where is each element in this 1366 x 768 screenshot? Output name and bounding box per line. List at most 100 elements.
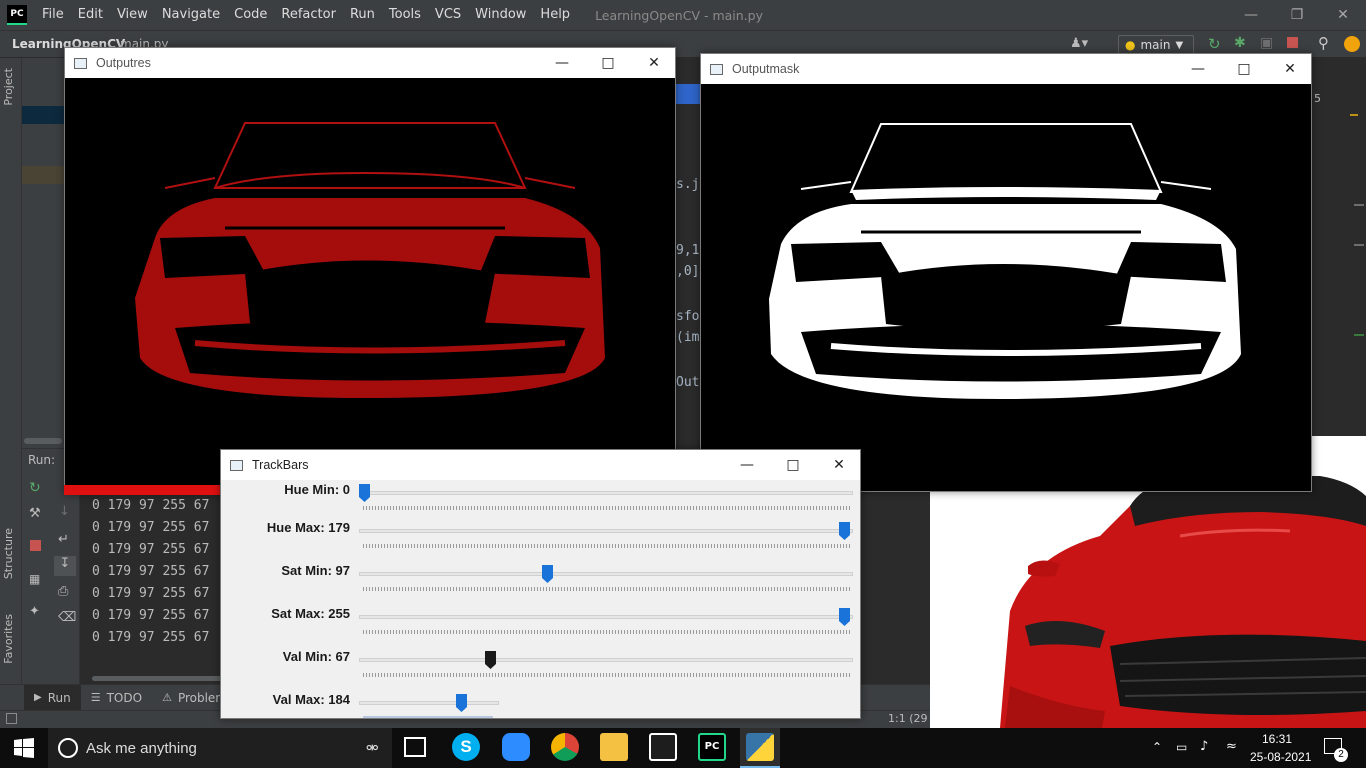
volume-icon[interactable]: ♪ — [1200, 739, 1208, 754]
stop-icon[interactable] — [30, 540, 41, 551]
trackbars-titlebar[interactable]: TrackBars — □ ✕ — [221, 450, 860, 480]
close-button[interactable]: ✕ — [816, 450, 862, 480]
menu-edit[interactable]: Edit — [71, 0, 110, 30]
taskbar-time[interactable]: 16:31 — [1262, 732, 1292, 746]
menu-window[interactable]: Window — [468, 0, 533, 30]
skype-icon[interactable]: S — [452, 733, 480, 761]
menu-refactor[interactable]: Refactor — [274, 0, 343, 30]
menu-navigate[interactable]: Navigate — [155, 0, 227, 30]
trackbar-ticks — [363, 673, 851, 677]
horizontal-scrollbar[interactable] — [24, 438, 62, 444]
run-config-selector[interactable]: ● main ▼ — [1118, 35, 1194, 55]
layout-icon[interactable]: ▦ — [29, 572, 40, 586]
menu-tools[interactable]: Tools — [382, 0, 428, 30]
ide-restore-button[interactable]: ❐ — [1274, 0, 1320, 30]
store-icon[interactable] — [649, 733, 677, 761]
python-taskbar-icon[interactable] — [746, 733, 774, 761]
outputmask-window[interactable]: Outputmask — □ ✕ — [700, 53, 1312, 492]
tray-expand-icon[interactable]: ⌃ — [1152, 740, 1162, 754]
menu-run[interactable]: Run — [343, 0, 382, 30]
ide-minimize-button[interactable]: — — [1228, 0, 1274, 30]
binary-mask-image — [769, 123, 1241, 399]
coverage-icon[interactable]: ▣ — [1260, 35, 1273, 51]
trackbar-track[interactable] — [359, 491, 853, 495]
outputres-image — [65, 78, 675, 494]
tab-todo[interactable]: ☰ TODO — [81, 691, 152, 705]
trackbar-track[interactable] — [359, 529, 853, 533]
taskbar-date[interactable]: 25-08-2021 — [1250, 750, 1311, 764]
structure-tool-tab[interactable]: Structure — [2, 528, 15, 579]
maximize-button[interactable]: □ — [1221, 54, 1267, 84]
minimize-button[interactable]: — — [539, 48, 585, 78]
menu-view[interactable]: View — [110, 0, 155, 30]
rerun-icon[interactable]: ↻ — [29, 480, 41, 496]
outputres-window[interactable]: Outputres — □ ✕ — [64, 47, 676, 495]
scroll-down-icon[interactable]: ↓ — [59, 504, 70, 519]
taskbar-search[interactable]: Ask me anything ⚮ — [48, 728, 392, 768]
favorites-tool-tab[interactable]: Favorites — [2, 614, 15, 664]
gutter-marker — [1354, 334, 1364, 336]
stop-icon[interactable] — [1287, 37, 1298, 48]
trackbar-thumb[interactable] — [485, 651, 497, 669]
selected-tree-row[interactable] — [22, 106, 64, 124]
print-icon[interactable]: ⎙ — [58, 584, 68, 599]
file-explorer-icon[interactable] — [600, 733, 628, 761]
rerun-icon[interactable]: ↻ — [1208, 35, 1221, 53]
microphone-icon[interactable]: ⚮ — [366, 739, 379, 757]
windows-start-icon[interactable] — [14, 738, 34, 758]
trackbar-thumb[interactable] — [839, 522, 850, 540]
console-scrollbar[interactable] — [92, 676, 222, 681]
trackbar-track[interactable] — [359, 658, 853, 662]
console-line: 0 179 97 255 67 — [92, 608, 210, 623]
trackbar-track[interactable] — [359, 615, 853, 619]
pycharm-taskbar-icon[interactable]: PC — [698, 733, 726, 761]
pycharm-logo-icon[interactable]: PC — [7, 5, 27, 25]
run-toolbar-right: ↓ ↵ ↧ ⎙ ⌫ — [50, 472, 80, 684]
maximize-button[interactable]: □ — [585, 48, 631, 78]
ide-close-button[interactable]: ✕ — [1320, 0, 1366, 30]
menu-code[interactable]: Code — [227, 0, 274, 30]
outputmask-titlebar[interactable]: Outputmask — □ ✕ — [701, 54, 1311, 84]
maximize-button[interactable]: □ — [770, 450, 816, 480]
settings-wrench-icon[interactable]: ⚒ — [29, 506, 41, 521]
menu-help[interactable]: Help — [533, 0, 577, 30]
battery-icon[interactable]: ▭ — [1176, 740, 1187, 754]
close-button[interactable]: ✕ — [1267, 54, 1313, 84]
project-tool-tab[interactable]: Project — [2, 68, 15, 106]
zoom-icon[interactable] — [502, 733, 530, 761]
console-line: 0 179 97 255 67 — [92, 630, 210, 645]
outputres-titlebar[interactable]: Outputres — □ ✕ — [65, 48, 675, 78]
tab-run[interactable]: ▶ Run — [24, 684, 81, 711]
trackbar-thumb[interactable] — [455, 694, 467, 712]
scroll-to-end-icon[interactable]: ↧ — [54, 556, 76, 576]
tree-row-highlight[interactable] — [22, 166, 64, 184]
close-button[interactable]: ✕ — [631, 48, 677, 78]
menu-file[interactable]: File — [35, 0, 71, 30]
chrome-icon[interactable] — [551, 733, 579, 761]
trash-icon[interactable]: ⌫ — [58, 610, 76, 625]
tab-todo-label: TODO — [106, 690, 143, 705]
wifi-icon[interactable]: ≈ — [1226, 739, 1237, 754]
toggle-panels-icon[interactable] — [6, 713, 17, 724]
trackbar-thumb[interactable] — [541, 565, 553, 583]
trackbar-thumb[interactable] — [839, 608, 850, 626]
trackbar-hue-max: Hue Max: 179 — [221, 518, 860, 561]
search-icon[interactable]: ⚲ — [1318, 34, 1329, 52]
trackbars-window[interactable]: TrackBars — □ ✕ Hue Min: 0 Hue Max: 179 … — [220, 449, 861, 719]
update-icon[interactable] — [1344, 36, 1360, 52]
trackbar-track[interactable] — [359, 572, 853, 576]
user-icon[interactable]: ♟▾ — [1070, 36, 1088, 51]
soft-wrap-icon[interactable]: ↵ — [58, 532, 69, 547]
window-app-icon — [74, 57, 87, 69]
trackbar-track[interactable] — [359, 701, 499, 705]
minimize-button[interactable]: — — [724, 450, 770, 480]
pin-icon[interactable]: ✦ — [29, 604, 40, 619]
minimize-button[interactable]: — — [1175, 54, 1221, 84]
list-icon: ☰ — [90, 691, 101, 704]
menu-vcs[interactable]: VCS — [428, 0, 468, 30]
trackbar-label: Sat Max: 255 — [271, 606, 350, 621]
editor-tab-selected[interactable] — [676, 84, 700, 104]
task-view-icon[interactable] — [404, 737, 426, 757]
trackbar-thumb[interactable] — [359, 484, 370, 502]
debug-icon[interactable]: ✱ — [1234, 35, 1246, 51]
